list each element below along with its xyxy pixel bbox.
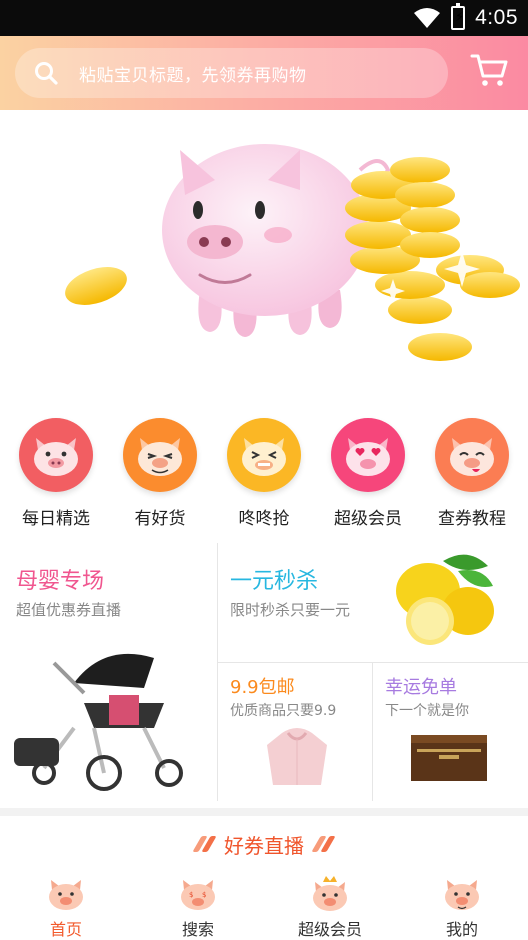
category-label: 每日精选 — [22, 509, 90, 529]
nav-mine[interactable]: 我的 — [396, 870, 528, 940]
promo-subtitle: 限时秒杀只要一元 — [230, 601, 351, 619]
promo-title: 一元秒杀 — [230, 569, 319, 594]
cart-icon[interactable] — [470, 52, 508, 88]
battery-icon: ⚡ — [451, 3, 466, 30]
promo-subtitle: 优质商品只要9.9 — [230, 703, 337, 719]
nav-label: 超级会员 — [297, 920, 362, 939]
lemon-image — [396, 554, 494, 645]
section-title: 好券直播 — [224, 833, 304, 858]
search-icon — [35, 62, 58, 85]
chocolate-box-image — [411, 735, 487, 781]
stroller-image — [14, 653, 183, 791]
pig-face-icon — [123, 418, 197, 492]
promo-title: 9.9包邮 — [230, 677, 295, 698]
svg-text:$: $ — [202, 891, 206, 899]
pig-profile-icon — [445, 880, 479, 910]
promo-grid: 母婴专场 超值优惠券直播 一元秒杀 限时秒杀只要一元 9.9包邮 优质商品只要9… — [0, 543, 528, 808]
header: 粘贴宝贝标题，先领券再购物 — [0, 36, 528, 110]
promo-flash-sale[interactable]: 一元秒杀 限时秒杀只要一元 — [218, 543, 528, 662]
pig-search-icon: $ $ — [181, 880, 215, 910]
category-flash-grab[interactable]: 咚咚抢 — [216, 418, 312, 536]
promo-mother-baby[interactable]: 母婴专场 超值优惠券直播 — [0, 543, 217, 801]
live-coupon-header: 好券直播 — [0, 828, 528, 860]
hoodie-image — [267, 728, 327, 785]
bottom-nav: 首页 $ $ 搜索 超级会员 我的 — [0, 870, 528, 940]
category-good-stuff[interactable]: 有好货 — [112, 418, 208, 536]
nav-label: 我的 — [445, 920, 478, 939]
banner[interactable] — [0, 110, 528, 400]
clock: 4:05 — [475, 6, 518, 29]
pig-face-icon — [19, 418, 93, 492]
decorative-slash-icon — [192, 836, 217, 852]
promo-subtitle: 下一个就是你 — [385, 703, 469, 719]
promo-subtitle: 超值优惠券直播 — [16, 601, 122, 619]
search-placeholder: 粘贴宝贝标题，先领券再购物 — [79, 65, 307, 86]
pig-crown-icon — [313, 876, 347, 911]
promo-free-shipping[interactable]: 9.9包邮 优质商品只要9.9 — [218, 663, 372, 801]
category-label: 有好货 — [134, 509, 186, 529]
category-label: 查券教程 — [438, 509, 506, 529]
category-super-member[interactable]: 超级会员 — [320, 418, 416, 536]
category-daily-picks[interactable]: 每日精选 — [8, 418, 104, 536]
promo-title: 幸运免单 — [385, 677, 457, 698]
pig-face-icon — [435, 418, 509, 492]
category-coupon-guide[interactable]: 查券教程 — [424, 418, 520, 536]
nav-search[interactable]: $ $ 搜索 — [132, 870, 264, 940]
pig-face-icon — [227, 418, 301, 492]
svg-text:$: $ — [189, 891, 193, 899]
promo-title: 母婴专场 — [16, 569, 105, 594]
piggy-bank-illustration — [65, 144, 520, 361]
section-spacer — [0, 808, 528, 816]
status-bar: ⚡ 4:05 — [0, 0, 528, 36]
pig-face-icon — [331, 418, 405, 492]
promo-lucky-free[interactable]: 幸运免单 下一个就是你 — [373, 663, 528, 801]
nav-label: 首页 — [49, 920, 82, 939]
pig-home-icon — [49, 880, 83, 910]
category-label: 咚咚抢 — [238, 509, 290, 529]
decorative-slash-icon — [311, 836, 336, 852]
category-row: 每日精选 有好货 咚咚抢 超级会员 查券教程 — [0, 418, 528, 536]
search-bar[interactable]: 粘贴宝贝标题，先领券再购物 — [15, 48, 448, 98]
category-label: 超级会员 — [334, 509, 402, 529]
nav-home[interactable]: 首页 — [0, 870, 132, 940]
nav-label: 搜索 — [181, 920, 214, 939]
wifi-icon — [414, 8, 441, 28]
nav-super-member[interactable]: 超级会员 — [264, 870, 396, 940]
